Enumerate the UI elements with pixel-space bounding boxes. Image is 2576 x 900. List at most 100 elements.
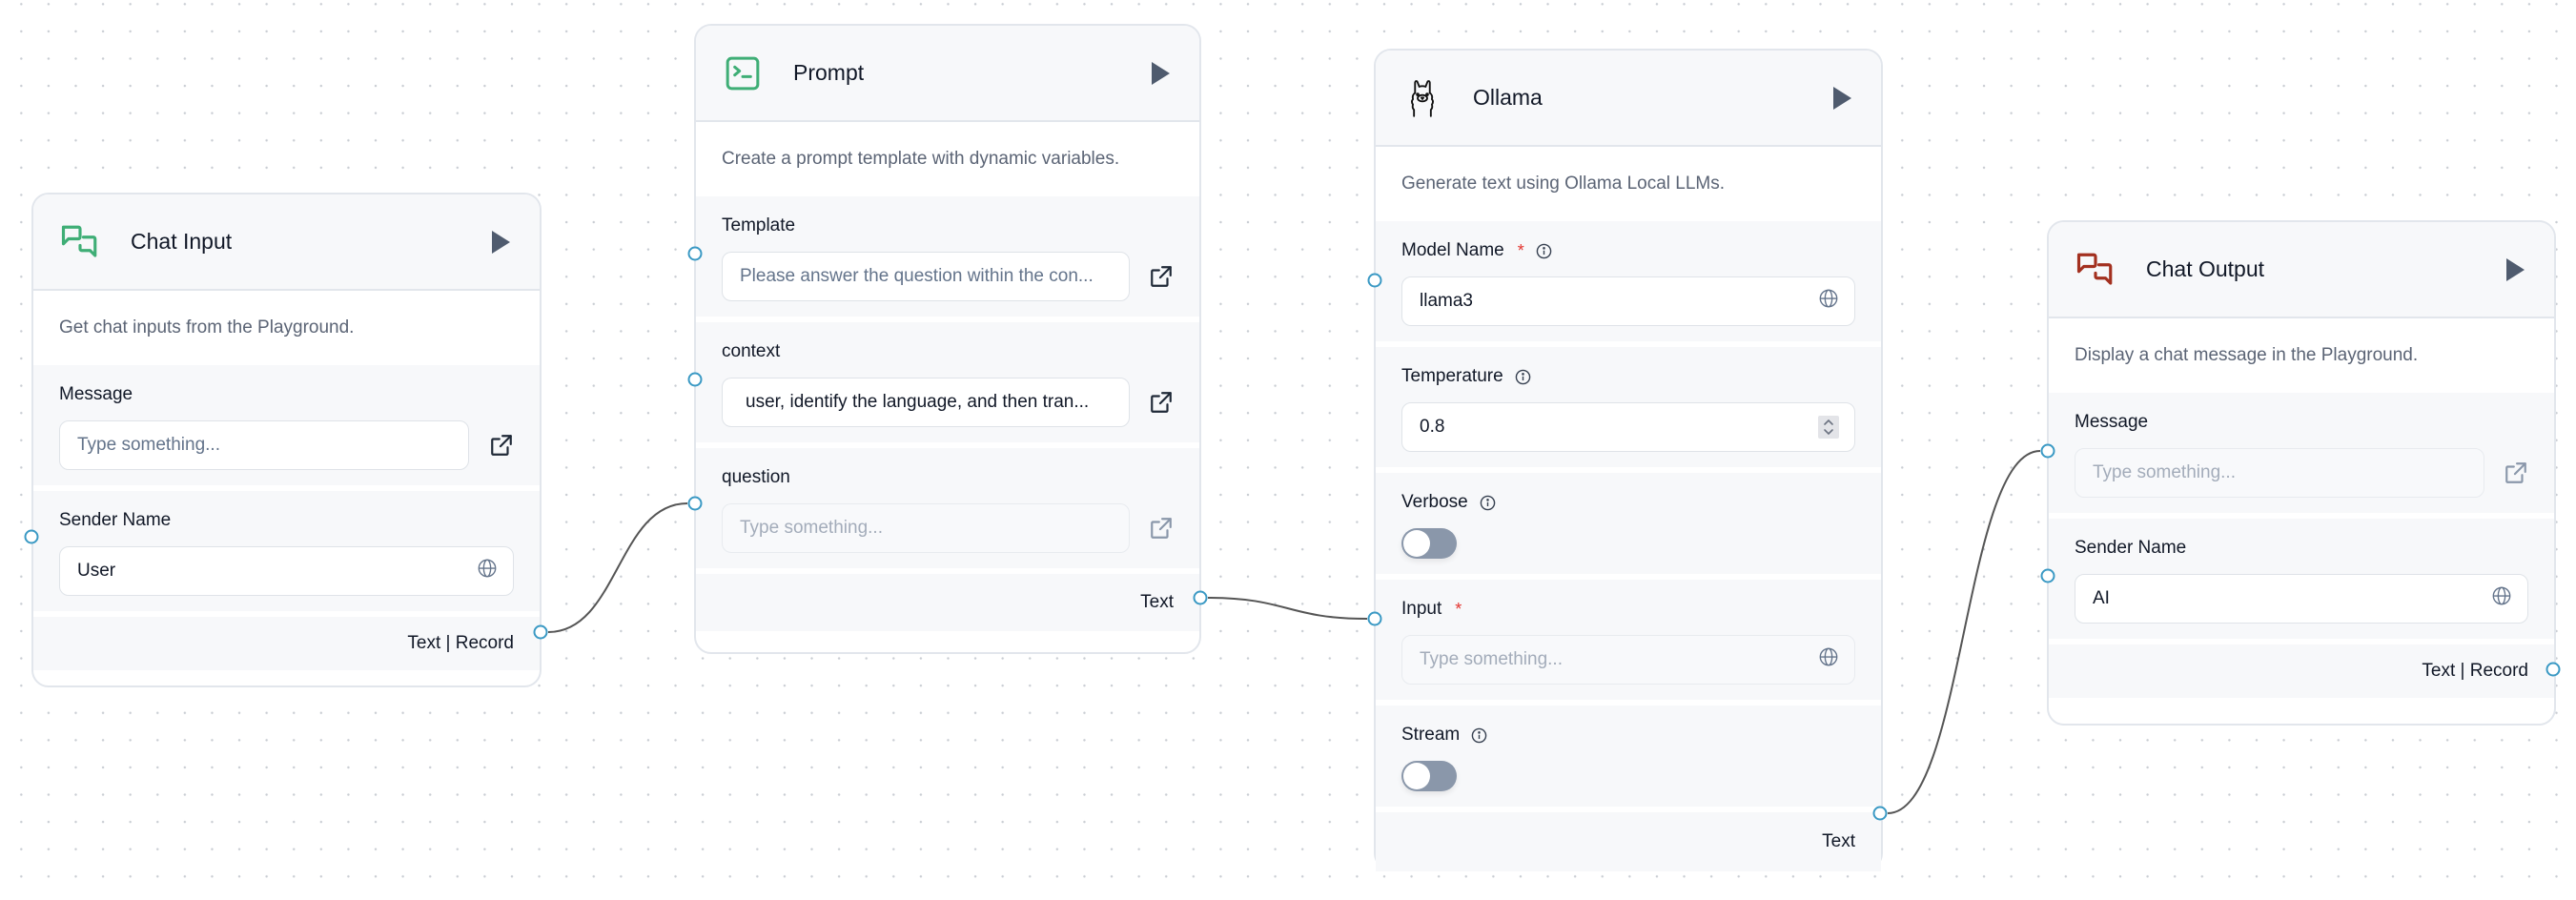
node-title: Ollama (1473, 85, 1543, 110)
chat-input-node[interactable]: Chat Input Get chat inputs from the Play… (31, 193, 542, 687)
external-link-icon (2505, 462, 2526, 483)
expand-editor-button[interactable] (2484, 460, 2528, 485)
info-icon[interactable] (1471, 727, 1487, 744)
output-row: Text (1376, 812, 1881, 871)
field-message: Message Type something... (2049, 393, 2554, 513)
chat-bubbles-icon (58, 220, 102, 264)
field-label: Sender Name (2075, 538, 2187, 558)
node-title: Prompt (793, 60, 865, 85)
chat-output-node[interactable]: Chat Output Display a chat message in th… (2047, 220, 2556, 726)
field-label: Input (1401, 599, 1442, 619)
model-name-input[interactable]: llama3 (1401, 276, 1855, 326)
ollama-node[interactable]: Ollama Generate text using Ollama Local … (1374, 49, 1883, 871)
chat-output-output-handle[interactable] (2545, 662, 2561, 677)
info-icon[interactable] (1515, 369, 1531, 385)
stepper-arrows-icon (1824, 419, 1833, 436)
field-label: Verbose (1401, 492, 1468, 512)
node-header[interactable]: Chat Output (2049, 222, 2554, 318)
run-component-button[interactable] (1146, 59, 1175, 88)
sender-name-input[interactable]: User (59, 546, 514, 596)
output-type-label: Text (1822, 831, 1855, 851)
ollama-output-handle[interactable] (1872, 806, 1888, 821)
toggle-knob (1403, 530, 1430, 557)
message-input[interactable]: Type something... (2075, 448, 2484, 498)
ollama-input-handle[interactable] (1367, 611, 1382, 626)
context-input[interactable]: user, identify the language, and then tr… (722, 378, 1130, 427)
run-component-button[interactable] (2501, 256, 2529, 284)
field-label: question (722, 467, 790, 487)
input-value: AI (2093, 588, 2110, 608)
edge-prompt-to-ollama-input[interactable] (1207, 597, 1368, 620)
expand-editor-button[interactable] (1130, 516, 1174, 541)
stream-toggle[interactable] (1401, 761, 1457, 791)
terminal-square-icon (721, 51, 765, 95)
node-header[interactable]: Prompt (696, 26, 1199, 122)
field-label: Stream (1401, 725, 1461, 745)
field-verbose: Verbose (1376, 473, 1881, 574)
verbose-toggle[interactable] (1401, 528, 1457, 559)
prompt-template-handle[interactable] (687, 246, 703, 261)
prompt-node[interactable]: Prompt Create a prompt template with dyn… (694, 24, 1201, 654)
play-icon (492, 230, 510, 254)
field-question: question Type something... (696, 448, 1199, 568)
required-asterisk: * (1517, 240, 1524, 260)
info-icon[interactable] (1536, 243, 1552, 259)
node-title: Chat Output (2146, 256, 2265, 281)
run-component-button[interactable] (1828, 84, 1856, 112)
output-row: Text (696, 574, 1199, 631)
run-component-button[interactable] (486, 228, 515, 256)
field-input: Input * Type something... (1376, 580, 1881, 700)
prompt-output-handle[interactable] (1193, 590, 1208, 605)
field-label: Template (722, 215, 796, 235)
node-description: Display a chat message in the Playground… (2075, 345, 2419, 365)
input-field[interactable]: Type something... (1401, 635, 1855, 685)
node-title: Chat Input (131, 229, 233, 254)
globe-icon[interactable] (2491, 585, 2512, 612)
external-link-icon (1151, 518, 1172, 539)
llama-icon (1400, 76, 1444, 120)
expand-editor-button[interactable] (469, 433, 514, 458)
node-header[interactable]: Ollama (1376, 51, 1881, 147)
chat-input-output-handle[interactable] (533, 624, 548, 640)
prompt-context-handle[interactable] (687, 372, 703, 387)
sender-name-input[interactable]: AI (2075, 574, 2528, 624)
prompt-question-handle[interactable] (687, 496, 703, 511)
output-row: Text | Record (2049, 644, 2554, 698)
field-message: Message Type something... (33, 365, 540, 485)
expand-editor-button[interactable] (1130, 264, 1174, 289)
external-link-icon (1151, 266, 1172, 287)
edge-chat-input-to-prompt-question[interactable] (547, 502, 688, 633)
globe-icon[interactable] (477, 558, 498, 584)
output-type-label: Text | Record (2422, 661, 2528, 681)
info-icon[interactable] (1480, 495, 1496, 511)
message-input[interactable]: Type something... (59, 420, 469, 470)
node-description: Generate text using Ollama Local LLMs. (1401, 174, 1726, 194)
input-value: llama3 (1420, 291, 1473, 311)
field-label: context (722, 341, 781, 361)
globe-icon[interactable] (1818, 646, 1839, 673)
chat-output-message-handle[interactable] (2040, 443, 2055, 459)
node-header[interactable]: Chat Input (33, 194, 540, 291)
field-sender-name: Sender Name AI (2049, 519, 2554, 639)
field-model-name: Model Name * llama3 (1376, 221, 1881, 341)
input-placeholder: Type something... (2093, 462, 2236, 482)
temperature-input[interactable]: 0.8 (1401, 402, 1855, 452)
chat-output-sender-name-handle[interactable] (2040, 568, 2055, 583)
field-label: Model Name (1401, 240, 1504, 260)
globe-icon[interactable] (1818, 288, 1839, 315)
chat-input-sender-name-handle[interactable] (24, 529, 39, 544)
toggle-knob (1403, 763, 1430, 789)
expand-editor-button[interactable] (1130, 390, 1174, 415)
play-icon (1833, 86, 1851, 110)
question-input[interactable]: Type something... (722, 503, 1130, 553)
node-description: Get chat inputs from the Playground. (59, 317, 355, 338)
edge-ollama-to-chat-output-message[interactable] (1887, 450, 2041, 814)
input-placeholder: Type something... (1420, 649, 1563, 669)
field-label: Sender Name (59, 510, 172, 530)
ollama-model-name-handle[interactable] (1367, 273, 1382, 288)
number-stepper[interactable] (1818, 416, 1839, 439)
template-input[interactable]: Please answer the question within the co… (722, 252, 1130, 301)
field-temperature: Temperature 0.8 (1376, 347, 1881, 467)
field-label: Message (59, 384, 133, 404)
input-value: 0.8 (1420, 417, 1445, 437)
